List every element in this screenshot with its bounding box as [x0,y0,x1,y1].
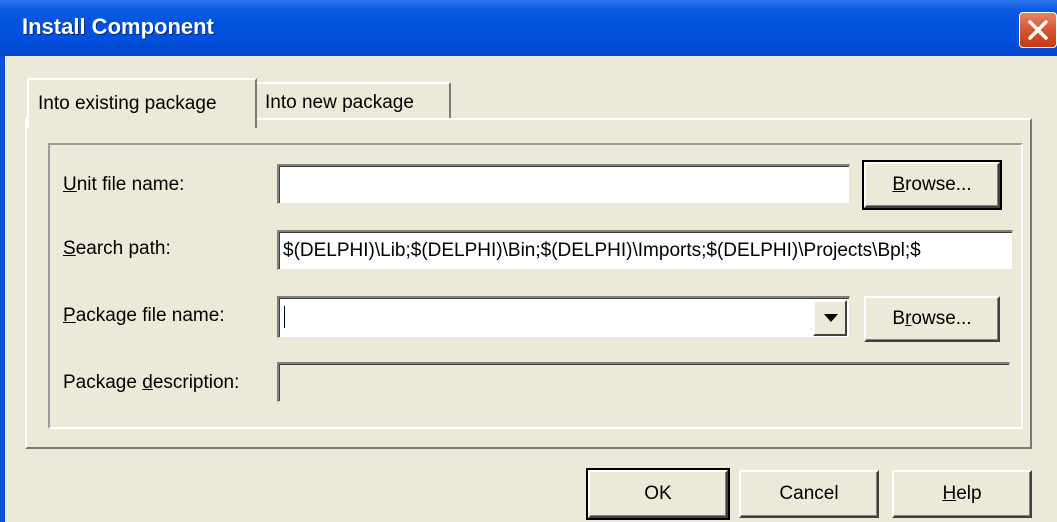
package-file-name-combo[interactable] [277,296,850,338]
title-bar[interactable]: Install Component [0,0,1057,56]
window-frame [0,56,5,522]
package-description-input[interactable] [277,362,1010,402]
text-caret [284,306,285,328]
package-file-browse-button[interactable]: Browse... [864,296,1000,342]
search-path-label: Search path: [63,238,171,259]
chevron-down-icon [824,314,838,322]
close-button[interactable] [1019,12,1057,48]
tab-into-new-package[interactable]: Into new package [256,82,451,118]
search-path-input[interactable]: $(DELPHI)\Lib;$(DELPHI)\Bin;$(DELPHI)\Im… [277,230,1013,270]
help-button[interactable]: Help [892,470,1032,518]
unit-file-name-label: Unit file name: [63,174,185,195]
close-icon [1028,20,1048,40]
ok-button[interactable]: OK [586,468,730,520]
package-description-label: Package description: [63,372,240,393]
tab-label: Into new package [265,92,414,113]
window-title: Install Component [22,14,214,39]
cancel-button[interactable]: Cancel [739,470,879,518]
tab-into-existing-package[interactable]: Into existing package [27,78,257,128]
unit-file-name-input[interactable] [277,164,850,204]
package-file-name-label: Package file name: [63,305,225,326]
unit-file-browse-button[interactable]: Browse... [862,160,1002,210]
package-file-dropdown-button[interactable] [813,300,847,336]
tab-label: Into existing package [38,93,217,114]
